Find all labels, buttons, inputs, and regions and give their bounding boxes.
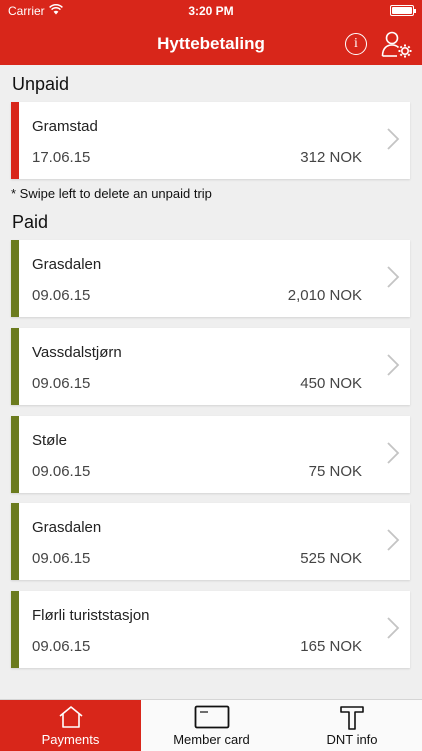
- trip-amount: 450 NOK: [300, 375, 362, 392]
- paid-status-stripe: [11, 591, 19, 668]
- trip-amount: 2,010 NOK: [287, 287, 362, 304]
- trip-date: 09.06.15: [32, 375, 91, 392]
- paid-status-stripe: [11, 416, 19, 493]
- paid-status-stripe: [11, 503, 19, 580]
- tab-label: DNT info: [326, 732, 378, 747]
- user-settings-icon[interactable]: [381, 30, 413, 58]
- swipe-hint: * Swipe left to delete an unpaid trip: [11, 186, 212, 201]
- trip-name: Gramstad: [32, 118, 98, 135]
- trip-amount: 165 NOK: [300, 638, 362, 655]
- tab-payments[interactable]: Payments: [0, 700, 141, 751]
- trip-date: 09.06.15: [32, 463, 91, 480]
- paid-trip-card[interactable]: Grasdalen 09.06.15 525 NOK: [11, 503, 410, 580]
- chevron-right-icon: [387, 128, 400, 150]
- tab-dnt-info[interactable]: DNT info: [282, 700, 422, 751]
- paid-trip-card[interactable]: Grasdalen 09.06.15 2,010 NOK: [11, 240, 410, 317]
- trip-name: Grasdalen: [32, 256, 102, 273]
- trip-amount: 312 NOK: [300, 149, 362, 166]
- trip-date: 17.06.15: [32, 149, 91, 166]
- dnt-logo-icon: [340, 706, 364, 730]
- trip-amount: 75 NOK: [308, 463, 362, 480]
- card-icon: [194, 705, 229, 729]
- tab-label: Member card: [173, 732, 250, 747]
- status-bar: Carrier 3:20 PM: [0, 0, 422, 22]
- paid-trip-card[interactable]: Støle 09.06.15 75 NOK: [11, 416, 410, 493]
- chevron-right-icon: [387, 529, 400, 551]
- chevron-right-icon: [387, 354, 400, 376]
- trip-amount: 525 NOK: [300, 550, 362, 567]
- unpaid-trip-card[interactable]: Gramstad 17.06.15 312 NOK: [11, 102, 410, 179]
- paid-status-stripe: [11, 328, 19, 405]
- trip-date: 09.06.15: [32, 287, 91, 304]
- info-icon[interactable]: i: [345, 33, 367, 55]
- paid-trip-card[interactable]: Flørli turiststasjon 09.06.15 165 NOK: [11, 591, 410, 668]
- paid-trip-card[interactable]: Vassdalstjørn 09.06.15 450 NOK: [11, 328, 410, 405]
- chevron-right-icon: [387, 617, 400, 639]
- paid-status-stripe: [11, 240, 19, 317]
- trip-name: Støle: [32, 432, 68, 449]
- chevron-right-icon: [387, 266, 400, 288]
- trip-date: 09.06.15: [32, 638, 91, 655]
- battery-icon: [390, 5, 416, 16]
- house-icon: [58, 706, 83, 728]
- trip-name: Grasdalen: [32, 519, 102, 536]
- status-time: 3:20 PM: [188, 4, 234, 18]
- paid-section-title: Paid: [12, 212, 49, 232]
- trip-name: Flørli turiststasjon: [32, 607, 150, 624]
- tab-member-card[interactable]: Member card: [141, 700, 282, 751]
- chevron-right-icon: [387, 442, 400, 464]
- tab-label: Payments: [41, 732, 100, 747]
- tab-bar: Payments Member card DNT info: [0, 699, 422, 751]
- trip-date: 09.06.15: [32, 550, 91, 567]
- trip-name: Vassdalstjørn: [32, 344, 122, 361]
- unpaid-status-stripe: [11, 102, 19, 179]
- unpaid-section-title: Unpaid: [12, 74, 70, 94]
- app-header: Carrier 3:20 PM Hyttebetaling i: [0, 0, 422, 65]
